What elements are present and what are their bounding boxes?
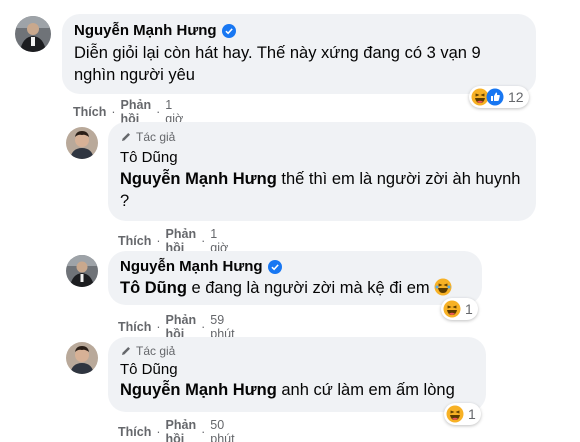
avatar-nguyen-manh-hung[interactable] (15, 16, 51, 52)
haha-icon (446, 405, 464, 423)
like-link[interactable]: Thích (118, 320, 151, 334)
mention-link[interactable]: Tô Dũng (120, 279, 187, 297)
haha-icon (443, 300, 461, 318)
comment-bubble: Tác giả Tô Dũng Nguyễn Mạnh Hưng thế thì… (108, 122, 536, 221)
like-icon (486, 88, 504, 106)
reply-link[interactable]: Phản hồi (166, 418, 197, 442)
comment-author[interactable]: Nguyễn Mạnh Hưng (120, 258, 263, 275)
comment-author[interactable]: Tô Dũng (120, 361, 178, 378)
comment-text: Tô Dũng e đang là người zời mà kệ đi em (120, 277, 470, 299)
like-link[interactable]: Thích (118, 425, 151, 439)
reaction-count: 1 (465, 301, 473, 317)
like-link[interactable]: Thích (118, 234, 151, 248)
comment-author[interactable]: Nguyễn Mạnh Hưng (74, 22, 217, 39)
comment-actions: Thích · Phản hồi · 50 phút (118, 418, 235, 442)
author-tag-label: Tác giả (136, 130, 176, 144)
avatar-nguyen-manh-hung[interactable] (66, 255, 98, 287)
comment-bubble: Nguyễn Mạnh Hưng Tô Dũng e đang là người… (108, 251, 482, 305)
author-badge: Tác giả (120, 344, 474, 358)
author-tag-label: Tác giả (136, 344, 176, 358)
laughing-emoji-icon (434, 278, 452, 296)
avatar-to-dung[interactable] (66, 127, 98, 159)
reaction-count: 12 (508, 89, 524, 105)
timestamp[interactable]: 50 phút (210, 418, 234, 442)
reaction-summary[interactable]: 1 (441, 298, 478, 320)
comment-body: e đang là người zời mà kệ đi em (191, 279, 430, 297)
comment-bubble: Tác giả Tô Dũng Nguyễn Mạnh Hưng anh cứ … (108, 337, 486, 412)
comment-bubble: Nguyễn Mạnh Hưng Diễn giỏi lại còn hát h… (62, 14, 536, 94)
avatar-to-dung[interactable] (66, 342, 98, 374)
reaction-count: 1 (468, 406, 476, 422)
reaction-summary[interactable]: 1 (444, 403, 481, 425)
comment-text: Diễn giỏi lại còn hát hay. Thế này xứng … (74, 44, 481, 84)
mention-link[interactable]: Nguyễn Mạnh Hưng (120, 381, 277, 399)
comment-text: Nguyễn Mạnh Hưng anh cứ làm em ấm lòng (120, 379, 474, 401)
comment-text: Nguyễn Mạnh Hưng thế thì em là người zời… (120, 168, 524, 212)
pen-icon (122, 133, 130, 141)
author-badge: Tác giả (120, 130, 524, 144)
like-link[interactable]: Thích (73, 105, 106, 119)
comment-author[interactable]: Tô Dũng (120, 149, 178, 166)
verified-icon (267, 259, 282, 274)
verified-icon (221, 23, 236, 38)
pen-icon (122, 347, 130, 355)
reaction-summary[interactable]: 12 (469, 86, 529, 108)
mention-link[interactable]: Nguyễn Mạnh Hưng (120, 170, 277, 188)
comment-body: anh cứ làm em ấm lòng (281, 381, 455, 399)
